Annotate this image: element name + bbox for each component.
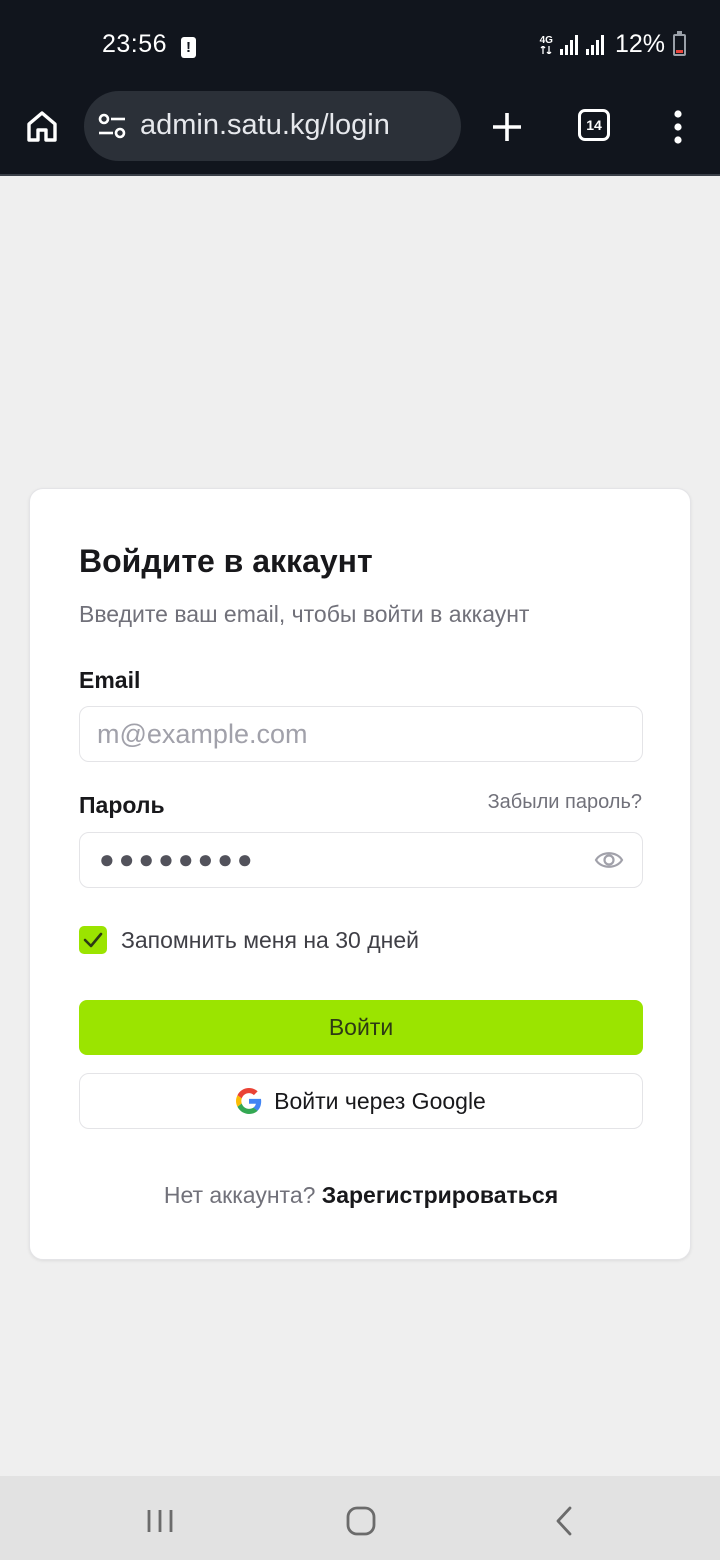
card-subtitle: Введите ваш email, чтобы войти в аккаунт <box>79 601 530 627</box>
home-circle-icon[interactable] <box>346 1506 376 1536</box>
forgot-password-link[interactable]: Забыли пароль? <box>488 791 642 814</box>
google-button-label[interactable]: Войти через Google <box>274 1088 486 1115</box>
page-title: Войдите в аккаунт <box>79 543 373 579</box>
more-vert-icon[interactable] <box>670 110 686 144</box>
battery-percent: 12% <box>614 30 665 58</box>
signal-icon-2 <box>585 34 604 55</box>
email-label: Email <box>79 667 141 693</box>
signup-link[interactable]: Зарегистрироваться <box>322 1182 558 1208</box>
password-value[interactable]: ●●●●●●●● <box>99 844 257 875</box>
url-text[interactable]: admin.satu.kg/login <box>140 109 390 142</box>
tab-switcher-icon[interactable]: 14 <box>578 109 610 141</box>
remember-label[interactable]: Запомнить меня на 30 дней <box>121 927 419 954</box>
tune-icon[interactable] <box>98 113 126 139</box>
login-button[interactable]: Войти <box>79 1000 643 1055</box>
network-type-label: 4G <box>539 34 553 46</box>
signal-icon <box>559 34 578 55</box>
google-login-button[interactable]: Войти через Google <box>79 1073 643 1129</box>
browser-toolbar: admin.satu.kg/login 14 <box>0 90 720 176</box>
back-icon[interactable] <box>554 1506 574 1536</box>
network-type-icon: 4G <box>539 34 553 54</box>
remember-me-row[interactable]: Запомнить меня на 30 дней <box>79 926 419 954</box>
plus-icon[interactable] <box>490 110 524 144</box>
status-time: 23:56 <box>102 30 168 58</box>
email-field-box[interactable] <box>79 706 643 762</box>
check-icon <box>83 932 103 948</box>
system-nav-bar <box>0 1476 720 1560</box>
signup-row: Нет аккаунта? Зарегистрироваться <box>30 1182 692 1209</box>
battery-icon <box>673 30 686 56</box>
signup-prompt: Нет аккаунта? <box>163 1182 316 1208</box>
home-icon[interactable] <box>24 108 60 144</box>
alert-icon: ! <box>181 37 196 58</box>
google-logo-icon <box>236 1088 262 1114</box>
email-field[interactable] <box>97 707 617 761</box>
eye-icon[interactable] <box>594 847 624 873</box>
address-bar[interactable]: admin.satu.kg/login <box>84 91 461 161</box>
password-label: Пароль <box>79 792 165 818</box>
status-indicators: 4G 12% <box>540 30 686 59</box>
password-field[interactable]: ●●●●●●●● <box>79 832 643 888</box>
status-bar: 23:56 ! 4G 12% <box>0 0 720 90</box>
recent-apps-icon[interactable] <box>146 1508 174 1534</box>
login-card: Войдите в аккаунт Введите ваш email, что… <box>29 488 691 1260</box>
remember-checkbox[interactable] <box>79 926 107 954</box>
